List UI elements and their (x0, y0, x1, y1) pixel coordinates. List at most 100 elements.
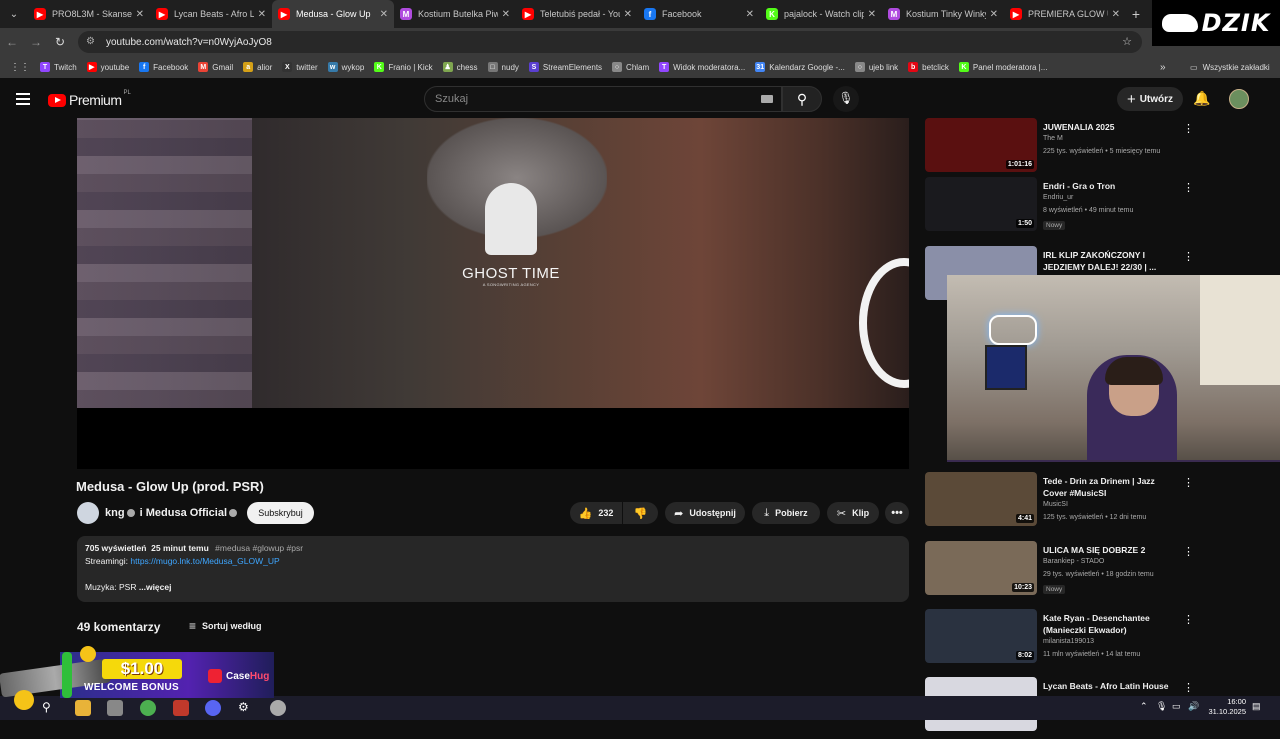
browser-tab[interactable]: M Kostium Butelka Piwa ✕ (394, 0, 516, 28)
recommended-video[interactable]: 1:50 Endri - Gra o Tron Endriu_ur 8 wyświet… (925, 177, 1265, 239)
more-vertical-icon[interactable]: ⋮ (1183, 181, 1194, 194)
hashtags[interactable]: #medusa #glowup #psr (215, 543, 303, 553)
bookmark-item[interactable]: ○ ujeb link (854, 62, 898, 72)
forward-button[interactable]: → (24, 35, 48, 49)
browser-tab[interactable]: ▶ Medusa - Glow Up ✕ (272, 0, 394, 28)
bookmark-item[interactable]: ♟ chess (442, 62, 478, 72)
more-vertical-icon[interactable]: ⋮ (1183, 681, 1194, 694)
bookmark-item[interactable]: K Panel moderatora |... (958, 62, 1047, 72)
browser-tab[interactable]: M Kostium Tinky Winky ✕ (882, 0, 1004, 28)
close-tab-icon[interactable]: ✕ (990, 9, 998, 20)
apps-grid-icon[interactable]: ⋮⋮ (10, 62, 30, 73)
video-title[interactable]: ULICA MA SIĘ DOBRZE 2 (1043, 544, 1173, 556)
bookmark-item[interactable]: T Widok moderatora... (659, 62, 745, 72)
bookmark-item[interactable]: a alior (243, 62, 272, 72)
tray-chevron-icon[interactable]: ⌃ (1140, 701, 1148, 712)
video-title[interactable]: Lycan Beats - Afro Latin House (1043, 680, 1173, 692)
bookmark-item[interactable]: T Twitch (40, 62, 77, 72)
video-thumbnail[interactable]: 10:23 (925, 541, 1037, 595)
video-thumbnail[interactable]: 4:41 (925, 472, 1037, 526)
bookmark-item[interactable]: b betclick (908, 62, 949, 72)
browser-tab[interactable]: ▶ Teletubiś pedał - YouTube ✕ (516, 0, 638, 28)
close-tab-icon[interactable]: ✕ (1112, 9, 1120, 20)
voice-search-button[interactable]: 🎙 (833, 86, 859, 112)
streaming-link[interactable]: https://mugo.lnk.to/Medusa_GLOW_UP (130, 556, 279, 566)
url-field[interactable]: ⚙ youtube.com/watch?v=n0WyjAoJyO8 ☆ (78, 31, 1142, 53)
app-icon[interactable] (107, 700, 123, 716)
description-box[interactable]: 705 wyświetleń 25 minut temu #medusa #gl… (77, 536, 909, 602)
browser-tab[interactable]: Kpajalock - Watch clip ✕ (760, 0, 882, 28)
browser-tab[interactable]: f Facebook ✕ (638, 0, 760, 28)
bookmark-item[interactable]: f Facebook (139, 62, 188, 72)
channel-name[interactable]: kng (105, 507, 125, 519)
close-tab-icon[interactable]: ✕ (868, 9, 876, 20)
keyboard-icon[interactable] (761, 95, 773, 103)
more-vertical-icon[interactable]: ⋮ (1183, 476, 1194, 489)
more-vertical-icon[interactable]: ⋮ (1183, 250, 1194, 263)
dislike-button[interactable]: 👎 (623, 502, 658, 524)
video-channel[interactable]: milanista199013 (1043, 638, 1094, 645)
video-title[interactable]: Tede - Drin za Drinem | Jazz Cover #Musi… (1043, 475, 1173, 499)
youtube-premium-logo[interactable]: Premium PL (48, 90, 131, 108)
browser-tab[interactable]: ▶ Lycan Beats - Afro Latin ✕ (150, 0, 272, 28)
more-vertical-icon[interactable]: ⋮ (1183, 545, 1194, 558)
more-vertical-icon[interactable]: ⋮ (1183, 122, 1194, 135)
menu-icon[interactable] (16, 93, 30, 105)
bookmark-item[interactable]: S StreamElements (528, 62, 602, 72)
casehug-ad-banner[interactable]: $1.00 WELCOME BONUS Case Hug (0, 646, 274, 710)
more-vertical-icon[interactable]: ⋮ (1183, 613, 1194, 626)
bookmark-item[interactable]: M Gmail (198, 62, 233, 72)
search-button[interactable]: ⚲ (782, 86, 822, 112)
create-button[interactable]: + Utwórz (1117, 87, 1183, 111)
back-button[interactable]: ← (0, 35, 24, 49)
close-tab-icon[interactable]: ✕ (502, 9, 510, 20)
bookmark-item[interactable]: ▶ youtube (86, 62, 129, 72)
video-thumbnail[interactable]: 1:50 (925, 177, 1037, 231)
clip-button[interactable]: ✂ Klip (827, 502, 879, 524)
search-input[interactable]: Szukaj (424, 86, 782, 112)
chrome-icon[interactable] (140, 700, 156, 716)
video-thumbnail[interactable]: 8:02 (925, 609, 1037, 663)
recommended-video[interactable]: 8:02 Kate Ryan - Desenchantee (Manieczki … (925, 609, 1265, 671)
app-icon[interactable] (173, 700, 189, 716)
app-icon[interactable] (270, 700, 286, 716)
channel-name-2[interactable]: i Medusa Official (140, 507, 227, 519)
video-player[interactable]: GHOST TIME A SONGWRITING AGENCY (77, 118, 909, 469)
notifications-icon[interactable]: ▤ (1252, 701, 1261, 712)
close-tab-icon[interactable]: ✕ (136, 9, 144, 20)
subscribe-button[interactable]: Subskrybuj (247, 502, 314, 524)
network-icon[interactable]: ▭ (1172, 701, 1181, 712)
bookmark-item[interactable]: Xtwitter (282, 62, 318, 72)
video-channel[interactable]: MusicSI (1043, 501, 1068, 508)
video-title[interactable]: JUWENALIA 2025 (1043, 121, 1173, 133)
close-tab-icon[interactable]: ✕ (380, 9, 388, 20)
reload-button[interactable]: ↻ (48, 35, 72, 49)
close-tab-icon[interactable]: ✕ (746, 9, 754, 20)
more-bookmarks-icon[interactable]: » (1160, 62, 1166, 73)
show-more-link[interactable]: ...więcej (139, 582, 172, 592)
video-title[interactable]: Endri - Gra o Tron (1043, 180, 1173, 192)
close-tab-icon[interactable]: ✕ (624, 9, 632, 20)
video-channel[interactable]: Barankiep - STADO (1043, 558, 1104, 565)
more-actions-button[interactable]: ••• (885, 502, 909, 524)
search-icon[interactable]: ⚲ (42, 700, 58, 716)
all-bookmarks-button[interactable]: ▭ Wszystkie zakładki (1190, 63, 1270, 72)
file-explorer-icon[interactable] (75, 700, 91, 716)
account-avatar[interactable] (1229, 89, 1249, 109)
browser-tab[interactable]: ▶ PREMIERA GLOW UP ✕ (1004, 0, 1126, 28)
sort-comments-button[interactable]: ≡ Sortuj według (189, 619, 262, 633)
channel-names[interactable]: kng i Medusa Official (105, 507, 239, 519)
channel-avatar[interactable] (77, 502, 99, 524)
video-thumbnail[interactable]: 1:01:16 (925, 118, 1037, 172)
video-channel[interactable]: Endriu_ur (1043, 194, 1073, 201)
browser-tab[interactable]: ▶ PRO8L3M - Skansen ✕ (28, 0, 150, 28)
notifications-bell-icon[interactable]: 🔔 (1193, 90, 1210, 107)
volume-icon[interactable]: 🔊 (1188, 701, 1199, 712)
tab-search-icon[interactable]: ⌄ (0, 0, 28, 28)
video-title[interactable]: Kate Ryan - Desenchantee (Manieczki Ekwa… (1043, 612, 1173, 636)
recommended-video[interactable]: 10:23 ULICA MA SIĘ DOBRZE 2 Barankiep - ST… (925, 541, 1265, 603)
recommended-video[interactable]: 4:41 Tede - Drin za Drinem | Jazz Cover #… (925, 472, 1265, 534)
mic-icon[interactable]: 🎙 (1156, 701, 1167, 712)
like-button[interactable]: 👍 232 (570, 502, 622, 524)
download-button[interactable]: ⤓ Pobierz (752, 502, 820, 524)
